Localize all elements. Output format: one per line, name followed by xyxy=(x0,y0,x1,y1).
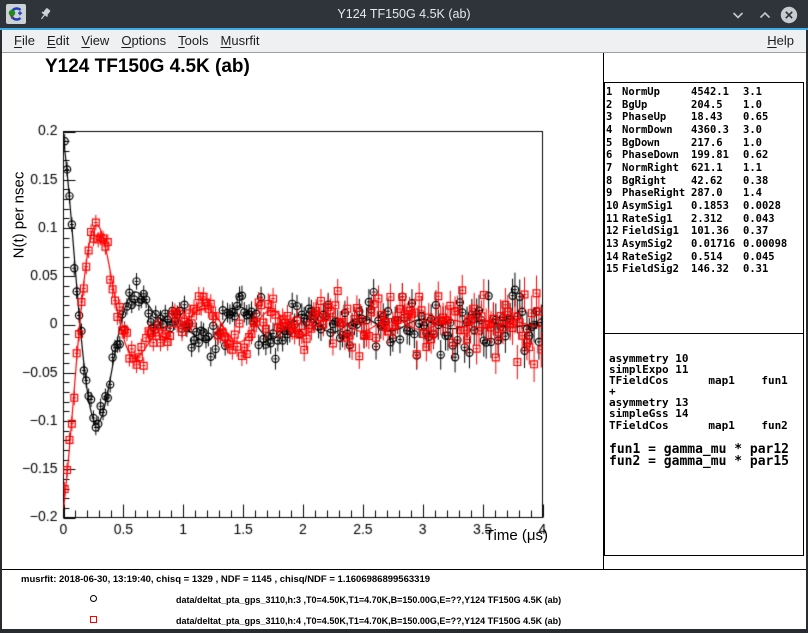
legend-circle-marker-icon xyxy=(90,595,97,602)
param-row: 1NormUp4542.13.1 xyxy=(606,86,803,99)
param-row: 5BgDown217.61.0 xyxy=(606,137,803,150)
menu-options[interactable]: Options xyxy=(117,30,170,52)
param-row: 2BgUp204.51.0 xyxy=(606,99,803,112)
close-button[interactable] xyxy=(780,6,798,24)
legend-square-marker-icon xyxy=(90,616,97,623)
theory-box: asymmetry 10 simplExpo 11 TFieldCos map1… xyxy=(604,333,804,556)
param-row: 9PhaseRight287.01.4 xyxy=(606,187,803,200)
y-axis-title: N(t) per nsec xyxy=(11,172,28,259)
app-window: Y124 TF150G 4.5K (ab) FileEditViewOption… xyxy=(0,0,808,633)
titlebar[interactable]: Y124 TF150G 4.5K (ab) xyxy=(0,0,808,28)
param-row: 8BgRight42.620.38 xyxy=(606,175,803,188)
menu-tools[interactable]: Tools xyxy=(174,30,212,52)
window-title: Y124 TF150G 4.5K (ab) xyxy=(0,0,808,28)
menu-edit[interactable]: Edit xyxy=(43,30,73,52)
legend-entry-2: data/deltat_pta_gps_3110,h:4 ,T0=4.50K,T… xyxy=(176,616,561,626)
menu-file[interactable]: File xyxy=(10,30,39,52)
function-definitions: fun1 = gamma_mu * par12 fun2 = gamma_mu … xyxy=(609,444,789,469)
fit-parameter-table: 1NormUp4542.13.12BgUp204.51.03PhaseUp18.… xyxy=(604,82,804,334)
plot-title: Y124 TF150G 4.5K (ab) xyxy=(45,56,250,78)
fit-statistics: musrfit: 2018-06-30, 13:19:40, chisq = 1… xyxy=(21,574,430,585)
param-row: 7NormRight621.11.1 xyxy=(606,162,803,175)
window-frame-left xyxy=(0,30,2,633)
theory-lines: asymmetry 10 simplExpo 11 TFieldCos map1… xyxy=(609,353,788,431)
param-row: 13AsymSig20.017160.00098 xyxy=(606,238,803,251)
param-row: 3PhaseUp18.430.65 xyxy=(606,111,803,124)
minimize-button[interactable] xyxy=(729,6,747,24)
menu-help[interactable]: Help xyxy=(763,30,804,52)
menu-view[interactable]: View xyxy=(77,30,113,52)
legend-entry-1: data/deltat_pta_gps_3110,h:3 ,T0=4.50K,T… xyxy=(176,595,561,605)
menu-musrfit[interactable]: Musrfit xyxy=(217,30,264,52)
pad-divider-horizontal xyxy=(2,569,806,570)
param-row: 11RateSig12.3120.043 xyxy=(606,213,803,226)
param-row: 12FieldSig1101.360.37 xyxy=(606,225,803,238)
plot-canvas[interactable] xyxy=(2,53,604,569)
menubar-items: FileEditViewOptionsToolsMusrfit xyxy=(2,30,266,52)
param-row: 15FieldSig2146.320.31 xyxy=(606,263,803,276)
param-row: 10AsymSig10.18530.0028 xyxy=(606,200,803,213)
param-row: 14RateSig20.5140.045 xyxy=(606,251,803,264)
window-frame-bottom xyxy=(0,629,808,633)
param-row: 4NormDown4360.33.0 xyxy=(606,124,803,137)
menubar: FileEditViewOptionsToolsMusrfit Help xyxy=(2,30,806,53)
maximize-button[interactable] xyxy=(756,6,774,24)
root-canvas-area: Y124 TF150G 4.5K (ab) N(t) per nsec Time… xyxy=(2,53,806,629)
param-row: 6PhaseDown199.810.62 xyxy=(606,149,803,162)
x-axis-title: Time (μs) xyxy=(422,527,548,544)
